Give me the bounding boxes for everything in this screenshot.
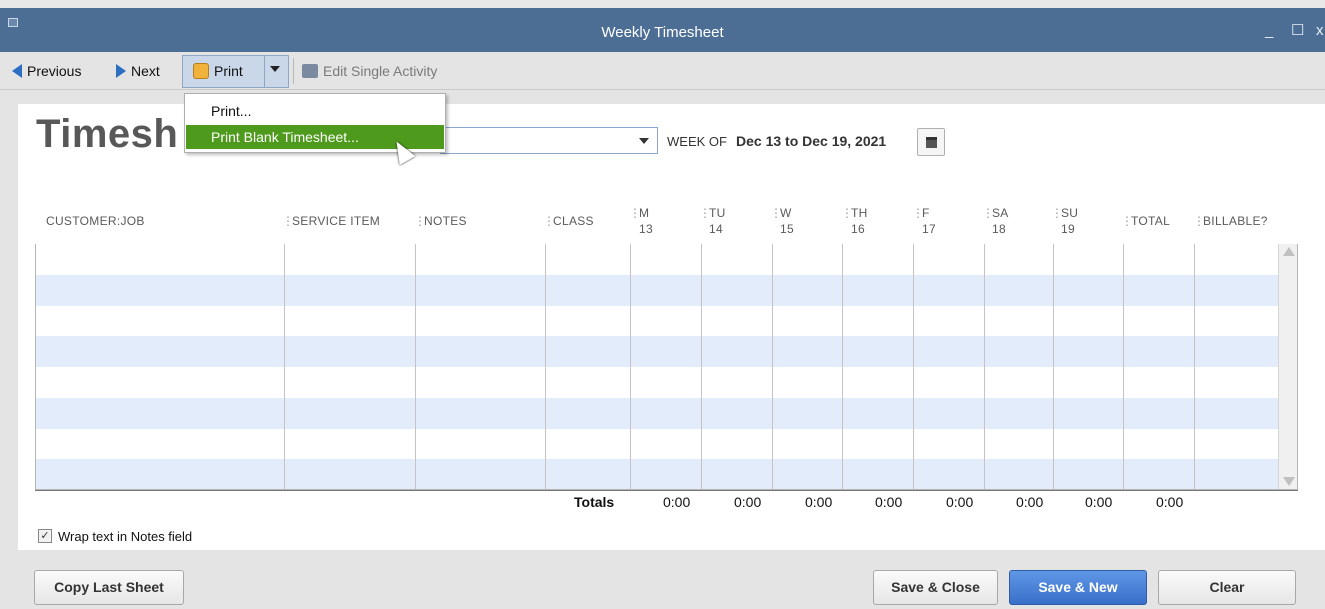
window-title: Weekly Timesheet: [601, 24, 724, 41]
day-date: 15: [780, 222, 794, 236]
day-date: 16: [851, 222, 865, 236]
col-day-wed[interactable]: ⋮ W 15: [770, 205, 794, 237]
column-divider: [1194, 244, 1195, 489]
column-divider: [1123, 244, 1124, 489]
col-day-tue[interactable]: ⋮ TU 14: [699, 205, 726, 237]
day-name: SU: [1061, 206, 1079, 220]
name-combo[interactable]: [440, 127, 658, 154]
col-class-label: CLASS: [553, 214, 594, 228]
col-service-item[interactable]: ⋮ SERVICE ITEM: [282, 213, 381, 229]
timesheet-grid[interactable]: [35, 244, 1298, 490]
close-button[interactable]: x: [1316, 22, 1324, 39]
next-label: Next: [131, 63, 160, 79]
table-row[interactable]: [36, 429, 1279, 460]
col-notes[interactable]: ⋮ NOTES: [414, 213, 467, 229]
col-class[interactable]: ⋮ CLASS: [543, 213, 594, 229]
column-divider: [415, 244, 416, 489]
total-fri: 0:00: [946, 494, 974, 510]
edit-label: Edit Single Activity: [323, 63, 438, 79]
calendar-icon: [926, 137, 937, 148]
wrap-text-label: Wrap text in Notes field: [58, 529, 193, 544]
total-wed: 0:00: [805, 494, 833, 510]
column-divider: [842, 244, 843, 489]
total-mon: 0:00: [663, 494, 691, 510]
vertical-scrollbar[interactable]: [1278, 244, 1297, 489]
total-week: 0:00: [1156, 494, 1184, 510]
table-row[interactable]: [36, 459, 1279, 489]
clear-button[interactable]: Clear: [1158, 570, 1296, 605]
col-total[interactable]: ⋮ TOTAL: [1121, 213, 1171, 229]
page-title: Timesh: [36, 112, 179, 156]
column-divider: [1053, 244, 1054, 489]
column-divider: [701, 244, 702, 489]
col-notes-label: NOTES: [424, 214, 467, 228]
col-customer-job[interactable]: CUSTOMER:JOB: [46, 213, 145, 229]
chevron-down-icon[interactable]: [639, 138, 649, 144]
arrow-left-icon: [12, 64, 22, 78]
col-day-sun[interactable]: ⋮ SU 19: [1051, 205, 1079, 237]
column-divider: [772, 244, 773, 489]
col-day-mon[interactable]: ⋮ M 13: [629, 205, 653, 237]
totals-divider: [35, 490, 1298, 491]
table-row[interactable]: [36, 275, 1279, 306]
col-service-item-label: SERVICE ITEM: [292, 214, 381, 228]
table-row[interactable]: [36, 306, 1279, 337]
save-close-button[interactable]: Save & Close: [873, 570, 998, 605]
menu-item-print[interactable]: Print...: [186, 99, 444, 123]
column-divider: [284, 244, 285, 489]
column-divider: [545, 244, 546, 489]
maximize-button[interactable]: ☐: [1291, 21, 1304, 39]
table-row[interactable]: [36, 244, 1279, 275]
day-date: 18: [992, 222, 1006, 236]
col-billable-label: BILLABLE?: [1203, 214, 1268, 228]
col-billable[interactable]: ⋮ BILLABLE?: [1193, 213, 1268, 229]
column-divider: [630, 244, 631, 489]
day-name: TU: [709, 206, 726, 220]
day-date: 17: [922, 222, 936, 236]
print-dropdown-caret-icon[interactable]: [270, 66, 280, 72]
column-divider: [984, 244, 985, 489]
day-name: SA: [992, 206, 1009, 220]
column-divider: [913, 244, 914, 489]
arrow-right-icon: [116, 64, 126, 78]
table-row[interactable]: [36, 336, 1279, 367]
print-button[interactable]: Print: [193, 61, 243, 81]
col-day-sat[interactable]: ⋮ SA 18: [982, 205, 1009, 237]
next-button[interactable]: Next: [116, 61, 160, 81]
wrap-text-checkbox[interactable]: ✓: [38, 529, 52, 543]
day-name: TH: [851, 206, 868, 220]
week-of-label: WEEK OF: [667, 134, 727, 149]
scroll-up-icon[interactable]: [1283, 247, 1295, 256]
total-tue: 0:00: [734, 494, 762, 510]
save-new-button[interactable]: Save & New: [1009, 570, 1147, 605]
edit-icon: [302, 64, 318, 78]
split-divider: [264, 56, 265, 87]
total-thu: 0:00: [875, 494, 903, 510]
totals-label: Totals: [574, 494, 615, 510]
week-of-value: Dec 13 to Dec 19, 2021: [736, 133, 887, 149]
total-sun: 0:00: [1085, 494, 1113, 510]
title-bar: Weekly Timesheet _ ☐ x: [0, 0, 1325, 52]
copy-last-sheet-button[interactable]: Copy Last Sheet: [34, 570, 184, 605]
toolbar-separator: [293, 58, 294, 84]
calendar-button[interactable]: [917, 128, 945, 156]
print-label: Print: [214, 63, 243, 79]
table-row[interactable]: [36, 367, 1279, 398]
day-date: 19: [1061, 222, 1075, 236]
table-row[interactable]: [36, 398, 1279, 429]
previous-button[interactable]: Previous: [12, 61, 81, 81]
col-day-thu[interactable]: ⋮ TH 16: [841, 205, 868, 237]
minimize-button[interactable]: _: [1265, 22, 1273, 39]
col-total-label: TOTAL: [1131, 214, 1171, 228]
day-date: 14: [709, 222, 723, 236]
day-date: 13: [639, 222, 653, 236]
total-sat: 0:00: [1016, 494, 1044, 510]
col-day-fri[interactable]: ⋮ F 17: [912, 205, 936, 237]
content-frame-left: [0, 90, 18, 609]
previous-label: Previous: [27, 63, 82, 79]
scroll-down-icon[interactable]: [1283, 477, 1295, 486]
edit-single-activity-button[interactable]: Edit Single Activity: [302, 61, 437, 81]
printer-icon: [193, 63, 209, 79]
